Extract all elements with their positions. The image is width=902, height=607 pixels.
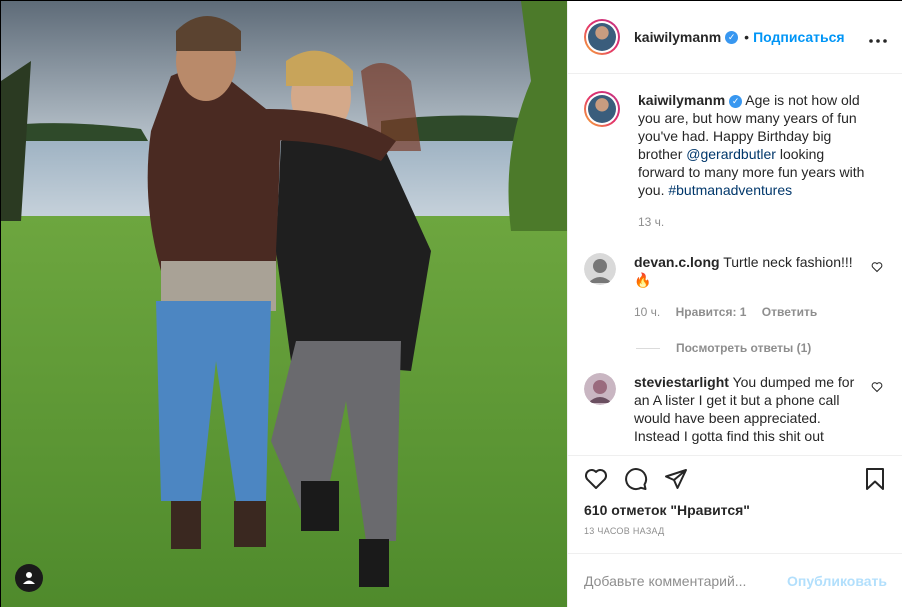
view-replies-label: Посмотреть ответы (1) [676,341,812,355]
author-avatar[interactable] [584,19,620,55]
user-tag-button[interactable] [15,564,43,592]
post-header: kaiwilymanm ✓ • Подписаться [568,1,902,74]
bookmark-icon[interactable] [863,467,887,491]
comment-item: steviestarlight You dumped me for an A l… [584,373,887,445]
user-icon [23,572,35,584]
separator-dot: • [744,29,750,45]
caption-username[interactable]: kaiwilymanm [638,92,725,108]
comment-username[interactable]: devan.c.long [634,254,720,270]
likes-count[interactable]: 610 отметок "Нравится" [584,502,887,518]
commenter-avatar[interactable] [584,253,616,285]
caption-avatar[interactable] [584,91,620,127]
commenter-avatar[interactable] [584,373,616,405]
heart-icon[interactable] [584,467,608,491]
add-comment-bar: Опубликовать [568,553,902,607]
follow-button[interactable]: Подписаться [753,29,845,45]
comment-item: devan.c.long Turtle neck fashion!!!🔥 10 … [584,253,887,321]
post-side-panel: kaiwilymanm ✓ • Подписаться kaiwilymanm ✓… [567,1,902,607]
share-icon[interactable] [664,467,688,491]
comment-icon[interactable] [624,467,648,491]
mention-link[interactable]: @gerardbutler [686,146,776,162]
comment-age[interactable]: 10 ч. [634,305,660,319]
verified-badge-icon: ✓ [729,94,743,108]
comment-likes[interactable]: Нравится: 1 [676,305,747,319]
post-timestamp[interactable]: 13 часов назад [584,526,887,536]
post-actions: 610 отметок "Нравится" 13 часов назад [568,455,902,553]
instagram-post-modal: kaiwilymanm ✓ • Подписаться kaiwilymanm ✓… [0,0,902,607]
comment-username[interactable]: steviestarlight [634,374,729,390]
comment-input[interactable] [584,572,788,589]
author-username[interactable]: kaiwilymanm [634,29,721,45]
caption-age[interactable]: 13 ч. [638,215,664,229]
hashtag-link[interactable]: #butmanadventures [668,182,792,198]
caption: kaiwilymanm ✓ Age is not how old you are,… [584,91,887,231]
more-icon[interactable] [869,27,887,48]
view-replies-button[interactable]: Посмотреть ответы (1) [636,341,887,355]
post-photo[interactable] [1,1,567,607]
comments-section[interactable]: kaiwilymanm ✓ Age is not how old you are,… [568,75,902,455]
verified-badge-icon: ✓ [725,30,739,44]
comment-heart-icon[interactable] [871,381,883,393]
publish-button[interactable]: Опубликовать [787,573,887,589]
reply-button[interactable]: Ответить [762,305,817,319]
comment-heart-icon[interactable] [871,261,883,273]
post-image [1,1,567,607]
